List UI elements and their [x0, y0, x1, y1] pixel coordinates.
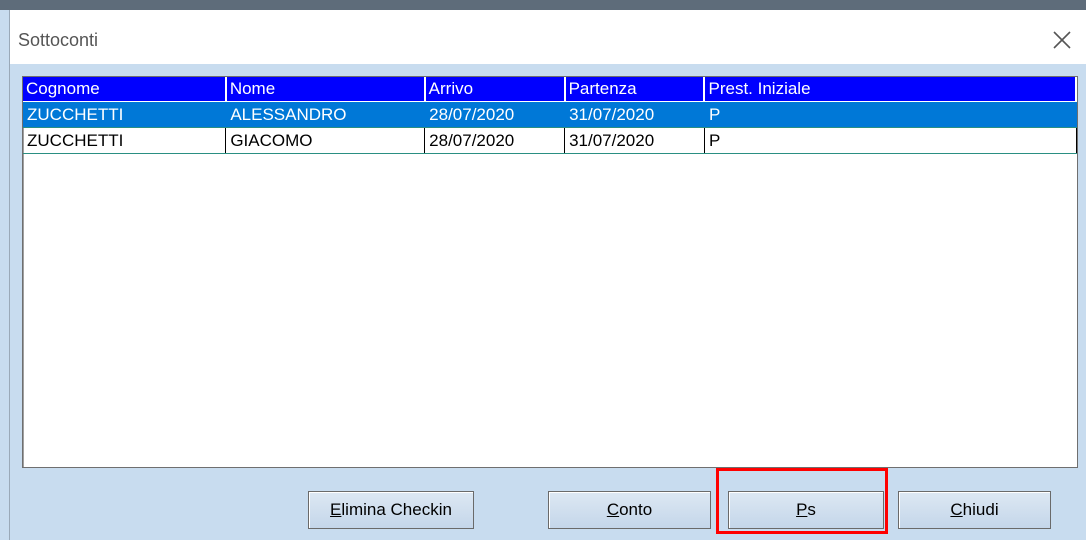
cell-cognome: ZUCCHETTI: [23, 101, 227, 128]
conto-button[interactable]: Conto: [548, 491, 711, 529]
sottoconti-dialog: Sottoconti Cognome Nome Arrivo Partenza …: [10, 10, 1086, 540]
chiudi-button[interactable]: Chiudi: [898, 491, 1051, 529]
cell-partenza: 31/07/2020: [564, 127, 705, 154]
cell-prest-iniziale: P: [704, 127, 1077, 154]
dialog-title: Sottoconti: [18, 30, 99, 50]
button-label: onto: [619, 500, 653, 519]
button-mnemonic: E: [330, 500, 342, 519]
cell-prest-iniziale: P: [704, 101, 1077, 128]
subaccounts-grid[interactable]: Cognome Nome Arrivo Partenza Prest. Iniz…: [22, 76, 1078, 468]
cell-arrivo: 28/07/2020: [424, 127, 566, 154]
cell-arrivo: 28/07/2020: [424, 101, 566, 128]
subaccounts-table: Cognome Nome Arrivo Partenza Prest. Iniz…: [23, 77, 1077, 154]
elimina-checkin-button[interactable]: Elimina Checkin: [308, 491, 474, 529]
outer-frame-left: [0, 10, 10, 540]
table-row[interactable]: ZUCCHETTI GIACOMO 28/07/2020 31/07/2020 …: [23, 127, 1077, 154]
button-label: limina Checkin: [341, 500, 452, 519]
column-header-arrivo[interactable]: Arrivo: [424, 77, 566, 102]
button-mnemonic: P: [796, 500, 808, 519]
button-label: hiudi: [962, 500, 999, 519]
cell-nome: ALESSANDRO: [225, 101, 426, 128]
table-header-row: Cognome Nome Arrivo Partenza Prest. Iniz…: [23, 77, 1077, 102]
column-header-prest-iniziale[interactable]: Prest. Iniziale: [704, 77, 1077, 102]
table-row[interactable]: ZUCCHETTI ALESSANDRO 28/07/2020 31/07/20…: [23, 101, 1077, 128]
button-mnemonic: C: [950, 500, 963, 519]
cell-partenza: 31/07/2020: [564, 101, 705, 128]
ps-button[interactable]: Ps: [728, 491, 884, 529]
column-header-nome[interactable]: Nome: [225, 77, 426, 102]
button-label: s: [807, 500, 816, 519]
cell-nome: GIACOMO: [225, 127, 426, 154]
button-mnemonic: C: [606, 500, 620, 519]
title-bar: Sottoconti: [10, 10, 1086, 64]
column-header-partenza[interactable]: Partenza: [564, 77, 706, 102]
close-icon[interactable]: [1050, 28, 1074, 52]
outer-frame-top: [0, 0, 1086, 10]
column-header-cognome[interactable]: Cognome: [23, 77, 227, 102]
cell-cognome: ZUCCHETTI: [23, 127, 227, 154]
